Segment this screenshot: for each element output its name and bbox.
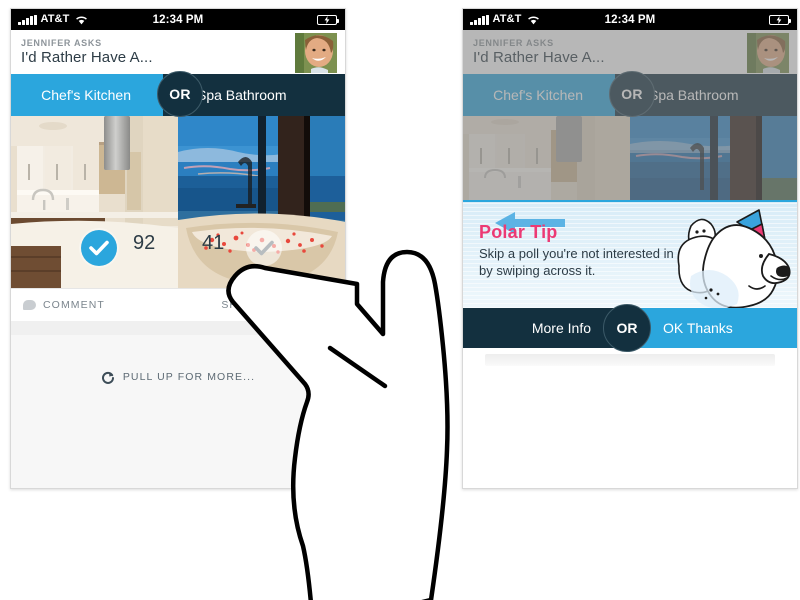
poll-choice-a[interactable]: Chef's Kitchen xyxy=(463,74,615,116)
checkmark-unselected-icon[interactable] xyxy=(246,230,282,266)
share-label: SHARE xyxy=(221,299,263,311)
poll-header-left: JENNIFER ASKS I'd Rather Have A... xyxy=(11,30,345,74)
avatar[interactable] xyxy=(747,33,789,73)
or-badge: OR xyxy=(609,71,655,117)
refresh-circle-arrow-icon xyxy=(101,371,115,385)
comment-button[interactable]: COMMENT xyxy=(11,299,105,311)
poll-votes-b: 41 xyxy=(202,232,225,254)
polar-bear-party-hat-icon xyxy=(673,204,797,308)
kitchen-photo[interactable] xyxy=(463,116,630,200)
polar-tip-text-block: Polar Tip Skip a poll you're not interes… xyxy=(479,222,679,279)
ok-thanks-button[interactable]: OK Thanks xyxy=(627,308,797,348)
poll-images-right xyxy=(463,116,797,200)
or-label: OR xyxy=(169,86,191,102)
next-card-peek xyxy=(485,354,775,366)
poll-score-row: 92 41 xyxy=(11,230,345,288)
poll-question: I'd Rather Have A... xyxy=(21,49,153,66)
speech-bubble-icon xyxy=(23,300,36,310)
checkmark-selected-icon[interactable] xyxy=(81,230,117,266)
poll-choice-b-label: Spa Bathroom xyxy=(197,87,287,103)
poll-choice-a-label: Chef's Kitchen xyxy=(41,87,131,103)
tip-or-badge: OR xyxy=(603,304,651,352)
polar-tip-action-bar: More Info OR OK Thanks xyxy=(463,304,797,357)
or-label: OR xyxy=(621,86,643,102)
phone-left: AT&T 12:34 PM JENNIFER ASKS I'd Rather H… xyxy=(10,8,346,489)
battery-charging-icon xyxy=(769,14,792,25)
poll-choice-a-label: Chef's Kitchen xyxy=(493,87,583,103)
battery-charging-icon xyxy=(317,14,340,25)
status-bar-right: AT&T 12:34 PM xyxy=(463,9,797,30)
polar-tip-card: Polar Tip Skip a poll you're not interes… xyxy=(463,200,797,308)
clock-label: 12:34 PM xyxy=(604,13,656,26)
tip-or-label: OR xyxy=(616,320,638,336)
dimmed-poll-region: JENNIFER ASKS I'd Rather Have A... Chef'… xyxy=(463,30,797,200)
status-bar-left: AT&T 12:34 PM xyxy=(11,9,345,30)
pull-up-for-more[interactable]: PULL UP FOR MORE... xyxy=(11,335,345,488)
polar-tip-title: Polar Tip xyxy=(479,222,558,242)
more-info-label: More Info xyxy=(531,320,591,336)
poll-votes-a: 92 xyxy=(133,232,156,254)
tip-footer-area xyxy=(463,348,797,488)
ok-thanks-label: OK Thanks xyxy=(663,320,733,336)
polar-tip-body: Skip a poll you're not interested in by … xyxy=(479,246,674,278)
comment-label: COMMENT xyxy=(43,299,105,311)
or-badge: OR xyxy=(157,71,203,117)
poll-choice-bar-right: Chef's Kitchen OR Spa Bathroom xyxy=(463,71,797,124)
poll-choice-a[interactable]: Chef's Kitchen xyxy=(11,74,163,116)
poll-choice-bar-left: Chef's Kitchen OR Spa Bathroom xyxy=(11,71,345,124)
feed-separator xyxy=(11,321,345,335)
poll-choice-b-label: Spa Bathroom xyxy=(649,87,739,103)
poll-asker-label: JENNIFER ASKS xyxy=(21,38,102,48)
poll-question: I'd Rather Have A... xyxy=(473,49,605,66)
bathroom-photo[interactable] xyxy=(630,116,797,200)
avatar[interactable] xyxy=(295,33,337,73)
illustration-canvas: AT&T 12:34 PM JENNIFER ASKS I'd Rather H… xyxy=(0,0,800,600)
pull-up-label: PULL UP FOR MORE... xyxy=(122,371,256,383)
phone-right: AT&T 12:34 PM JENNIFER ASKS I'd Rather H… xyxy=(462,8,798,489)
poll-header-right: JENNIFER ASKS I'd Rather Have A... xyxy=(463,30,797,74)
clock-label: 12:34 PM xyxy=(152,13,204,26)
share-button[interactable]: SHARE xyxy=(221,299,263,311)
poll-asker-label: JENNIFER ASKS xyxy=(473,38,554,48)
poll-action-bar: COMMENT SHARE xyxy=(11,288,345,321)
poll-images-left: 92 41 xyxy=(11,116,345,288)
